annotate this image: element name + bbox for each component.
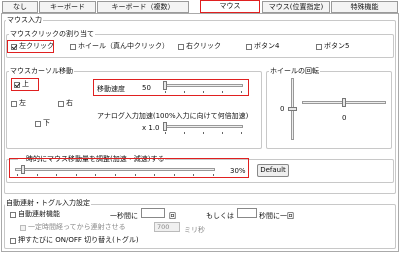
- wheel-rotation-group: [266, 71, 392, 149]
- slider-tick: [222, 132, 223, 134]
- slider-tick: [222, 91, 223, 93]
- slider-tick: [193, 174, 195, 176]
- ms-unit-label: ミリ秒: [184, 226, 205, 234]
- checkbox[interactable]: [246, 43, 252, 50]
- option-label: 下: [43, 119, 50, 127]
- analog-accel-slider-track[interactable]: [163, 125, 243, 128]
- wheel-vertical-slider-thumb[interactable]: [288, 107, 297, 111]
- or-label: もしくは: [206, 212, 234, 220]
- tab-label: マウス: [219, 2, 241, 10]
- move-right-option[interactable]: 右: [58, 99, 73, 108]
- slider-tick: [203, 91, 204, 93]
- slider-tick: [165, 91, 166, 93]
- delay-option[interactable]: 一定時間経ってから連射させる: [20, 223, 126, 232]
- temp-adjust-slider-track[interactable]: [15, 168, 215, 171]
- move-down-option[interactable]: 下: [35, 119, 50, 128]
- temp-adjust-slider-thumb[interactable]: [20, 165, 25, 174]
- speed-slider-track[interactable]: [163, 84, 243, 87]
- wheel-horizontal-value: 0: [342, 114, 347, 122]
- wheel-click-option[interactable]: ホイール（真ん中クリック）: [70, 42, 169, 51]
- tab-keyboard-multiple[interactable]: キーボード（複数）: [97, 1, 189, 13]
- checkbox[interactable]: [178, 43, 184, 50]
- toggle-option[interactable]: 押すたびに ON/OFF 切り替え(トグル): [10, 236, 139, 245]
- checkbox[interactable]: [70, 43, 76, 50]
- checkbox[interactable]: [58, 100, 64, 107]
- option-label: 自動連射機能: [18, 210, 60, 218]
- tab-label: マウス(位置指定): [268, 3, 324, 11]
- slider-tick: [173, 174, 175, 176]
- default-button[interactable]: Default: [257, 164, 289, 177]
- speed-value: 50: [142, 84, 151, 92]
- option-label: 右クリック: [186, 42, 221, 50]
- wheel-horizontal-slider-thumb[interactable]: [342, 98, 346, 107]
- tab-keyboard[interactable]: キーボード: [39, 1, 96, 13]
- wheel-vertical-value: 0: [280, 105, 285, 113]
- button5-option[interactable]: ボタン5: [316, 42, 349, 51]
- slider-tick: [241, 132, 242, 134]
- times-unit-label: 回: [169, 212, 176, 220]
- checkbox[interactable]: [316, 43, 322, 50]
- tab-mouse-position[interactable]: マウス(位置指定): [262, 1, 330, 13]
- tab-label: キーボード（複数）: [111, 3, 175, 11]
- left-click-option[interactable]: 左クリック: [11, 42, 54, 51]
- checkbox-checked[interactable]: [14, 81, 20, 88]
- temp-adjust-value: 30%: [230, 167, 246, 175]
- speed-slider-thumb[interactable]: [163, 81, 167, 90]
- click-assign-title: マウスクリックの割り当て: [9, 30, 95, 38]
- analog-accel-label: アナログ入力加速(100%入力に向けて何倍加速): [97, 112, 249, 120]
- slider-tick: [95, 174, 97, 176]
- times-per-second-input[interactable]: [141, 208, 165, 218]
- option-label: ボタン4: [254, 42, 280, 50]
- option-label: 左: [19, 99, 26, 107]
- option-label: 左クリック: [19, 42, 54, 50]
- slider-tick: [115, 174, 116, 176]
- slider-tick: [154, 174, 156, 176]
- checkbox-disabled[interactable]: [20, 224, 26, 231]
- move-left-option[interactable]: 左: [11, 99, 26, 108]
- checkbox[interactable]: [10, 237, 16, 244]
- tab-mouse[interactable]: マウス: [200, 0, 260, 13]
- tab-label: キーボード: [50, 3, 85, 11]
- slider-tick: [36, 174, 38, 176]
- checkbox[interactable]: [11, 100, 17, 107]
- slider-tick: [203, 132, 204, 134]
- option-label: 押すたびに ON/OFF 切り替え(トグル): [18, 236, 139, 244]
- button4-option[interactable]: ボタン4: [246, 42, 279, 51]
- slider-tick: [165, 132, 166, 134]
- checkbox[interactable]: [10, 211, 16, 218]
- right-click-option[interactable]: 右クリック: [178, 42, 221, 51]
- tab-special[interactable]: 特殊機能: [331, 1, 398, 13]
- checkbox[interactable]: [35, 120, 41, 127]
- slider-tick: [56, 174, 58, 176]
- move-up-option[interactable]: 上: [14, 80, 29, 89]
- slider-tick: [184, 132, 185, 134]
- tab-label: なし: [13, 3, 27, 11]
- option-label: 右: [66, 99, 73, 107]
- slider-tick: [241, 91, 242, 93]
- tab-none[interactable]: なし: [2, 1, 38, 13]
- slider-tick: [184, 91, 185, 93]
- slider-tick: [17, 174, 18, 176]
- wheel-rotation-title: ホイールの回転: [269, 67, 320, 75]
- auto-fire-option[interactable]: 自動連射機能: [10, 210, 60, 219]
- checkbox-checked[interactable]: [11, 43, 17, 50]
- seconds-interval-input[interactable]: [237, 208, 257, 218]
- auto-toggle-title: 自動連射・トグル入力設定: [5, 199, 91, 207]
- analog-accel-value: x 1.0: [142, 124, 160, 132]
- speed-label: 移動速度: [97, 85, 125, 93]
- seconds-once-label: 秒間に一回: [259, 212, 294, 220]
- option-label: ボタン5: [324, 42, 350, 50]
- analog-accel-slider-thumb[interactable]: [163, 122, 167, 131]
- delay-ms-input[interactable]: 700: [154, 222, 180, 232]
- mouse-input-title: マウス入力: [6, 16, 43, 24]
- option-label: ホイール（真ん中クリック）: [78, 42, 169, 50]
- option-label: 上: [22, 80, 29, 88]
- cursor-move-title: マウスカーソル移動: [9, 67, 74, 75]
- per-second-label: 一秒間に: [110, 212, 138, 220]
- slider-tick: [213, 174, 214, 176]
- slider-tick: [134, 174, 136, 176]
- slider-tick: [75, 174, 77, 176]
- option-label: 一定時間経ってから連射させる: [28, 223, 126, 231]
- tab-label: 特殊機能: [350, 3, 379, 11]
